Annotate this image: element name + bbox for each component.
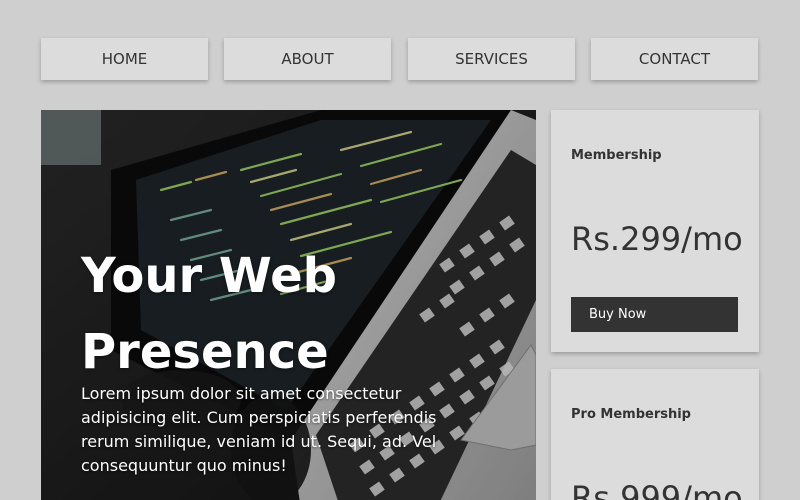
nav-services[interactable]: SERVICES [408,38,575,80]
nav-about[interactable]: ABOUT [224,38,391,80]
nav-home[interactable]: HOME [41,38,208,80]
plan-price: Rs.299/mo [571,220,743,258]
hero-description: Lorem ipsum dolor sit amet consectetur a… [81,384,437,475]
plan-price: Rs.999/mo [571,479,743,500]
hero-title: Your Web Presence [81,248,338,380]
pricing-card-membership: Membership Rs.299/mo Buy Now [551,110,759,352]
buy-now-button[interactable]: Buy Now [571,297,738,332]
hero-banner: Your Web Presence Lorem ipsum dolor sit … [41,110,536,500]
plan-name: Pro Membership [571,407,691,422]
nav-contact[interactable]: CONTACT [591,38,758,80]
plan-name: Membership [571,148,662,163]
pricing-card-pro-membership: Pro Membership Rs.999/mo [551,369,759,500]
main-nav: HOME ABOUT SERVICES CONTACT [41,38,759,80]
